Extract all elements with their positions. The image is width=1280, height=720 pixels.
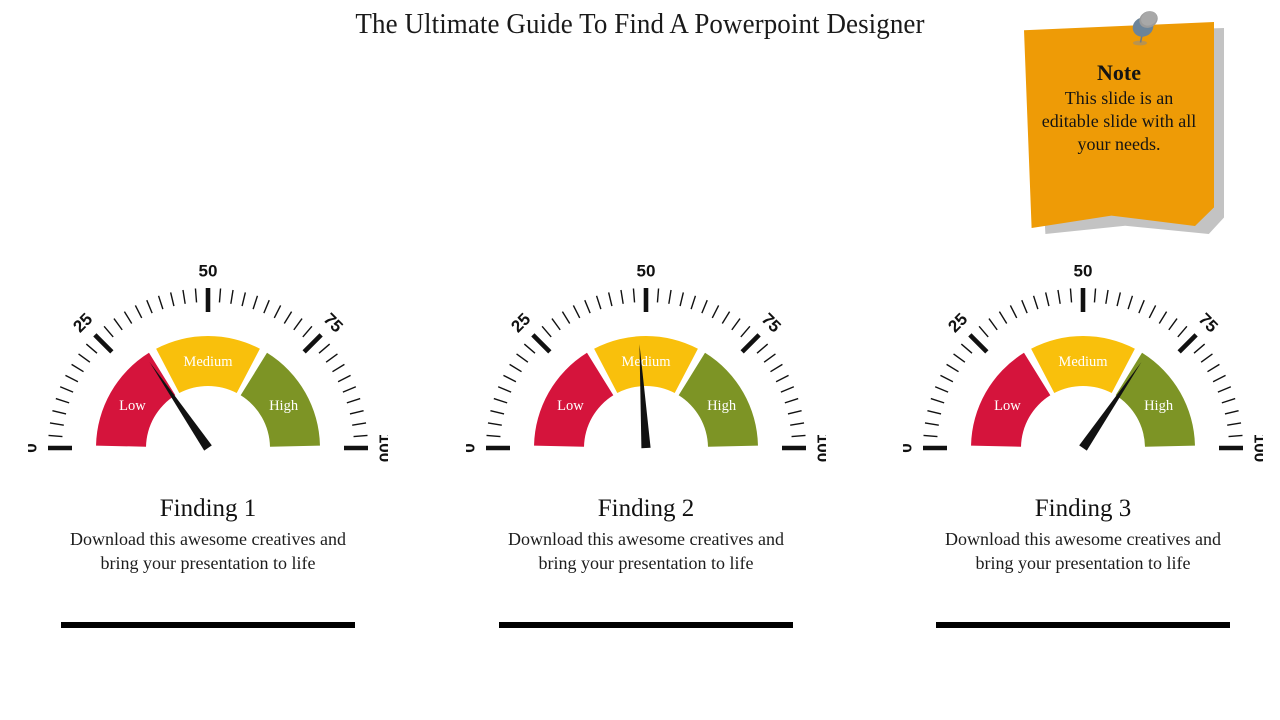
gauge-tick-label: 50 xyxy=(199,262,218,280)
gauge-band-label: Medium xyxy=(1058,354,1108,370)
note-body-text: This slide is an editable slide with all… xyxy=(1041,88,1197,154)
note-card[interactable]: Note This slide is an editable slide wit… xyxy=(1022,4,1232,240)
note-heading: Note xyxy=(1097,60,1141,85)
gauge-tick-label: 75 xyxy=(320,309,347,336)
gauge-band-label: Medium xyxy=(621,354,671,370)
gauge-svg-3: Low Medium High 0 25 50 75 100 xyxy=(903,262,1263,462)
gauge-tick-label: 100 xyxy=(814,434,826,462)
note-card-content: Note This slide is an editable slide wit… xyxy=(1024,22,1214,228)
divider-rule-3 xyxy=(936,622,1230,628)
gauge-band-label: Low xyxy=(557,398,584,414)
pushpin-icon xyxy=(1132,11,1158,46)
divider-rule-1 xyxy=(61,622,355,628)
gauge-tick-label: 50 xyxy=(637,262,656,280)
gauge-tick-label: 50 xyxy=(1074,262,1093,280)
gauge-tick-label: 0 xyxy=(466,443,478,452)
gauge-tick-label: 25 xyxy=(507,309,534,336)
divider-rule-2 xyxy=(499,622,793,628)
gauge-svg-1: Low Medium High 0 25 50 75 100 xyxy=(28,262,388,462)
finding-title: Finding 3 xyxy=(1034,495,1132,522)
gauge-tick-label: 75 xyxy=(1195,309,1222,336)
gauge-band-label: Low xyxy=(994,398,1021,414)
gauge-tick-label: 100 xyxy=(376,434,388,462)
finding-description: Download this awesome creatives and brin… xyxy=(70,529,346,573)
gauge-chart-finding-1: Low Medium High 0 25 50 75 100 xyxy=(28,262,388,472)
slide-canvas: The Ultimate Guide To Find A Powerpoint … xyxy=(0,0,1280,720)
gauge-band-label: High xyxy=(269,398,299,414)
finding-description: Download this awesome creatives and brin… xyxy=(508,529,784,573)
finding-title: Finding 2 xyxy=(597,495,695,522)
finding-block-2: Finding 2 Download this awesome creative… xyxy=(481,494,811,575)
gauge-tick-label: 0 xyxy=(903,443,915,452)
gauge-tick-label: 0 xyxy=(28,443,40,452)
finding-block-1: Finding 1 Download this awesome creative… xyxy=(43,494,373,575)
finding-block-3: Finding 3 Download this awesome creative… xyxy=(918,494,1248,575)
gauge-band-label: Medium xyxy=(183,354,233,370)
finding-description: Download this awesome creatives and brin… xyxy=(945,529,1221,573)
gauge-tick-label: 75 xyxy=(758,309,785,336)
gauge-band-label: High xyxy=(1144,398,1174,414)
gauge-band-label: Low xyxy=(119,398,146,414)
gauge-tick-label: 100 xyxy=(1251,434,1263,462)
gauge-tick-label: 25 xyxy=(69,309,96,336)
finding-title: Finding 1 xyxy=(159,495,257,522)
gauge-chart-finding-3: Low Medium High 0 25 50 75 100 xyxy=(903,262,1263,472)
gauge-tick-label: 25 xyxy=(944,309,971,336)
gauge-chart-finding-2: Low Medium High 0 25 50 75 100 xyxy=(466,262,826,472)
gauge-svg-2: Low Medium High 0 25 50 75 100 xyxy=(466,262,826,462)
gauge-band-label: High xyxy=(707,398,737,414)
